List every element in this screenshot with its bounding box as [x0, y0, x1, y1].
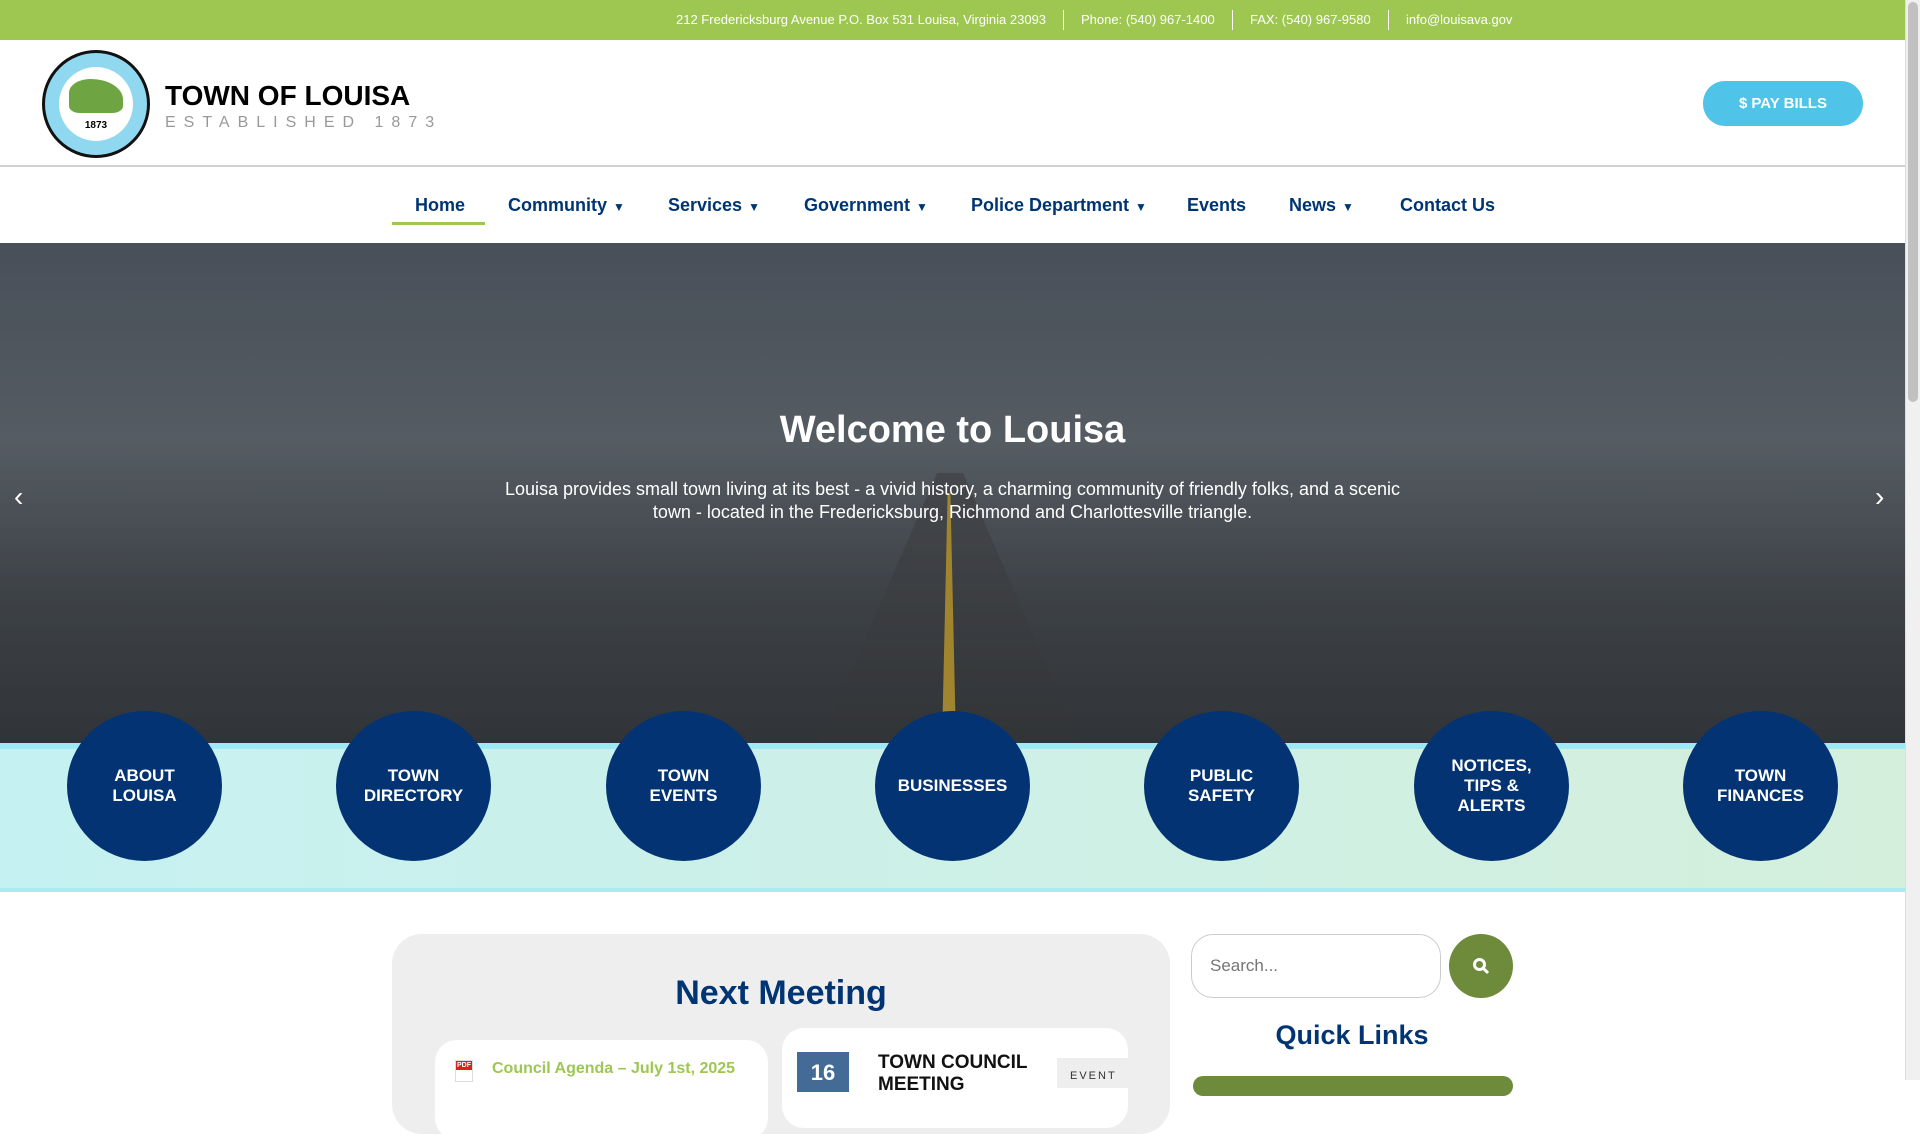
caret-down-icon: ▼	[613, 200, 625, 214]
nav-community[interactable]: Community ▼	[508, 195, 625, 216]
hero-title: Welcome to Louisa	[779, 409, 1126, 451]
circle-businesses[interactable]: BUSINESSES	[875, 711, 1030, 861]
main-nav: Home Community ▼ Services ▼ Government ▼ Po…	[0, 169, 1905, 243]
nav-label: Police Department	[971, 195, 1130, 215]
dollar-icon: $	[1739, 95, 1748, 112]
site-title[interactable]: TOWN OF LOUISA	[165, 80, 410, 112]
pdf-icon: PDF	[455, 1060, 473, 1082]
caret-down-icon: ▼	[1342, 200, 1354, 214]
hero-slider: Welcome to Louisa Louisa provides small …	[0, 243, 1905, 743]
nav-police-department[interactable]: Police Department ▼	[971, 195, 1147, 216]
divider	[1388, 10, 1389, 30]
circle-town-finances[interactable]: TOWN FINANCES	[1683, 711, 1838, 861]
divider	[1232, 10, 1233, 30]
caret-down-icon: ▼	[916, 200, 928, 214]
pdf-label: PDF	[456, 1061, 472, 1070]
phone-link[interactable]: Phone: (540) 967-1400	[1081, 12, 1215, 27]
circle-notices-tips-alerts[interactable]: NOTICES, TIPS & ALERTS	[1414, 711, 1569, 861]
nav-news[interactable]: News ▼	[1289, 195, 1354, 216]
chevron-left-icon[interactable]: ‹	[14, 481, 23, 513]
hero-text: Louisa provides small town living at its…	[504, 479, 1401, 522]
town-seal-logo[interactable]: 1873	[42, 50, 150, 158]
quick-links-title: Quick Links	[1275, 1020, 1429, 1050]
divider	[1063, 10, 1064, 30]
nav-label: Government	[804, 195, 911, 215]
nav-services[interactable]: Services ▼	[668, 195, 760, 216]
scrollbar-thumb[interactable]	[1908, 2, 1918, 402]
chevron-right-icon[interactable]: ›	[1875, 481, 1884, 513]
search-button[interactable]	[1449, 934, 1513, 998]
active-underline	[392, 222, 485, 225]
top-contact-bar: 212 Fredericksburg Avenue P.O. Box 531 L…	[0, 0, 1905, 40]
nav-label: Events	[1187, 195, 1247, 215]
pay-bills-button[interactable]: $ PAY BILLS	[1703, 81, 1863, 126]
nav-label: Contact Us	[1400, 195, 1496, 215]
nav-label: Services	[668, 195, 743, 215]
search-icon	[1473, 958, 1490, 975]
event-title-link[interactable]: TOWN COUNCIL MEETING	[878, 1052, 1028, 1096]
address: 212 Fredericksburg Avenue P.O. Box 531 L…	[676, 12, 1047, 27]
caret-down-icon: ▼	[748, 200, 760, 214]
site-tagline: ESTABLISHED 1873	[165, 114, 443, 131]
circle-about-louisa[interactable]: ABOUT LOUISA	[67, 711, 222, 861]
agenda-link[interactable]: Council Agenda – July 1st, 2025	[492, 1060, 735, 1078]
nav-contact-us[interactable]: Contact Us	[1400, 195, 1495, 216]
nav-label: Community	[508, 195, 607, 215]
circle-town-events[interactable]: TOWN EVENTS	[606, 711, 761, 861]
pay-bills-label: PAY BILLS	[1751, 95, 1827, 112]
next-meeting-title: Next Meeting	[675, 974, 887, 1012]
event-date-badge: 16	[797, 1052, 849, 1092]
event-type-badge: EVENT	[1057, 1058, 1129, 1088]
nav-label: News	[1289, 195, 1337, 215]
agenda-card	[435, 1040, 768, 1140]
nav-home[interactable]: Home	[415, 195, 465, 216]
fax: FAX: (540) 967-9580	[1250, 12, 1371, 27]
circle-public-safety[interactable]: PUBLIC SAFETY	[1144, 711, 1299, 861]
quick-link-button[interactable]	[1193, 1076, 1513, 1096]
nav-events[interactable]: Events	[1187, 195, 1246, 216]
nav-label: Home	[415, 195, 466, 215]
logo-year: 1873	[59, 67, 133, 141]
email-link[interactable]: info@louisava.gov	[1406, 12, 1512, 27]
caret-down-icon: ▼	[1135, 200, 1147, 214]
nav-government[interactable]: Government ▼	[804, 195, 928, 216]
circle-town-directory[interactable]: TOWN DIRECTORY	[336, 711, 491, 861]
search-input[interactable]	[1191, 934, 1441, 998]
page-scrollbar[interactable]	[1905, 0, 1920, 1080]
